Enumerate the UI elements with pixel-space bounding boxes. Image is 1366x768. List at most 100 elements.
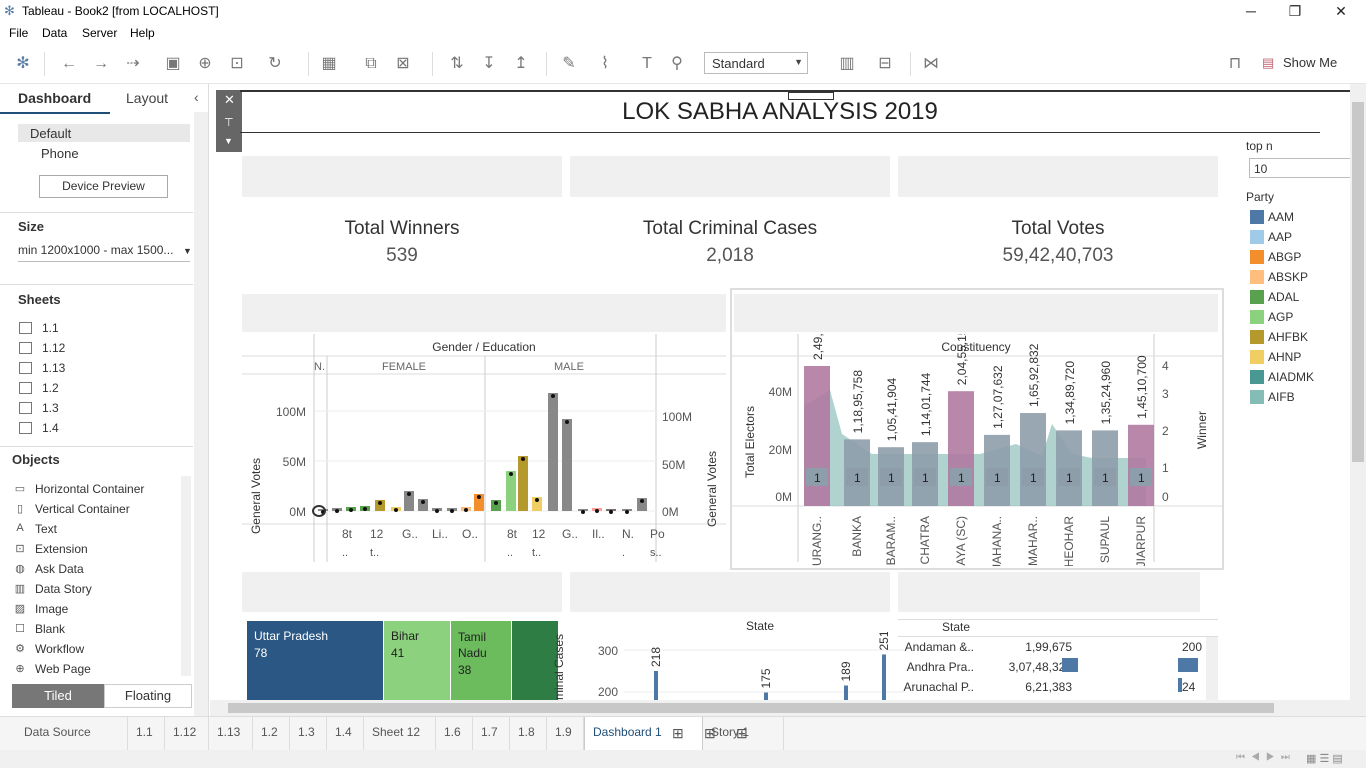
state-bar[interactable]: [882, 654, 886, 701]
menu-server[interactable]: Server: [82, 26, 117, 40]
gender-bar[interactable]: [506, 471, 516, 511]
legend-item[interactable]: AGP: [1268, 310, 1293, 324]
constituency-chart[interactable]: Total Electors Winner 40M 20M 0M 4 3 2 1…: [732, 334, 1222, 566]
legend-item[interactable]: ABGP: [1268, 250, 1301, 264]
device-default-row[interactable]: Default: [18, 124, 190, 142]
save-icon[interactable]: ▣: [162, 54, 184, 74]
new-worksheet-icon[interactable]: ▦: [318, 54, 340, 74]
sheet-tab[interactable]: 1.3: [290, 717, 327, 750]
duplicate-icon[interactable]: ⧉: [360, 54, 382, 74]
swap-icon[interactable]: ⇅: [446, 54, 468, 74]
tiled-button[interactable]: Tiled: [12, 684, 104, 708]
legend-item[interactable]: AIADMK: [1268, 370, 1314, 384]
legend-swatch[interactable]: [1250, 290, 1264, 304]
legend-item[interactable]: AIFB: [1268, 390, 1295, 404]
legend-swatch[interactable]: [1250, 390, 1264, 404]
treemap-cell[interactable]: Bihar 41: [384, 621, 450, 700]
objects-scrollbar[interactable]: [181, 476, 191, 676]
state-bar[interactable]: [764, 692, 768, 701]
legend-swatch[interactable]: [1250, 270, 1264, 284]
object-item[interactable]: Workflow: [35, 642, 84, 656]
object-item[interactable]: Ask Data: [35, 562, 84, 576]
legend-item[interactable]: AHNP: [1268, 350, 1301, 364]
object-item[interactable]: Text: [35, 522, 57, 536]
sheet-tab[interactable]: 1.4: [327, 717, 364, 750]
legend-swatch[interactable]: [1250, 250, 1264, 264]
restore-button[interactable]: ❐: [1272, 0, 1318, 22]
collapse-pane-icon[interactable]: ‹: [194, 89, 199, 105]
sort-descending-icon[interactable]: ↥: [510, 54, 532, 74]
sheet-tab[interactable]: 1.13: [209, 717, 253, 750]
object-item[interactable]: Horizontal Container: [35, 482, 144, 496]
device-preview-button[interactable]: Device Preview: [39, 175, 168, 198]
gender-education-chart[interactable]: N. FEMALE MALE General Votes General Vot…: [242, 334, 732, 566]
pin-icon[interactable]: ⚲: [666, 54, 688, 74]
device-phone[interactable]: Phone: [41, 146, 79, 161]
table-scrollbar[interactable]: [1206, 637, 1218, 700]
sheet-tab[interactable]: 1.8: [510, 717, 547, 750]
object-item[interactable]: Vertical Container: [35, 502, 130, 516]
sheet-tab[interactable]: 1.9: [547, 717, 584, 750]
group-icon[interactable]: ⌇: [594, 54, 616, 74]
menu-help[interactable]: Help: [130, 26, 155, 40]
sort-ascending-icon[interactable]: ↧: [478, 54, 500, 74]
chevron-down-icon[interactable]: ▼: [183, 246, 192, 256]
sheet-tab[interactable]: Dashboard 1: [584, 717, 703, 750]
gender-bar[interactable]: [562, 419, 572, 511]
object-item[interactable]: Blank: [35, 622, 65, 636]
presentation-icon[interactable]: ⊟: [874, 54, 896, 74]
new-data-source-icon[interactable]: ⊕: [194, 54, 216, 74]
object-item[interactable]: Image: [35, 602, 68, 616]
refresh-icon[interactable]: ↻: [264, 54, 286, 74]
share-icon[interactable]: ⋈: [920, 54, 942, 74]
sheet-item[interactable]: 1.12: [42, 341, 65, 355]
object-item[interactable]: Extension: [35, 542, 88, 556]
tab-layout[interactable]: Layout: [126, 90, 168, 106]
sheet-tab[interactable]: 1.12: [165, 717, 209, 750]
navigation-icon[interactable]: ⏮◀▶⏭: [1236, 752, 1296, 763]
legend-item[interactable]: AAP: [1268, 230, 1292, 244]
legend-item[interactable]: AAM: [1268, 210, 1294, 224]
legend-swatch[interactable]: [1250, 310, 1264, 324]
legend-swatch[interactable]: [1250, 210, 1264, 224]
sheet-tab[interactable]: 1.7: [473, 717, 510, 750]
object-item[interactable]: Data Story: [35, 582, 92, 596]
sheet-tab[interactable]: Sheet 12: [364, 717, 436, 750]
sheet-tab[interactable]: 1.6: [436, 717, 473, 750]
undo-icon[interactable]: ←: [58, 54, 80, 74]
close-button[interactable]: ✕: [1318, 0, 1364, 22]
new-dashboard-icon[interactable]: ⊞: [704, 725, 716, 742]
grid-view-icon[interactable]: ▦ ☰ ▤: [1306, 752, 1343, 765]
constituency-bar[interactable]: [1128, 424, 1154, 506]
legend-item[interactable]: ADAL: [1268, 290, 1299, 304]
sheet-item[interactable]: 1.4: [42, 421, 59, 435]
show-cards-icon[interactable]: ▥: [836, 54, 858, 74]
sheet-item[interactable]: 1.3: [42, 401, 59, 415]
sheet-tab[interactable]: Data Source: [8, 717, 128, 750]
sheet-item[interactable]: 1.2: [42, 381, 59, 395]
treemap-cell[interactable]: Tamil Nadu 38: [451, 621, 511, 700]
legend-swatch[interactable]: [1250, 370, 1264, 384]
labels-icon[interactable]: T: [636, 54, 658, 74]
sheet-tab[interactable]: 1.2: [253, 717, 290, 750]
legend-swatch[interactable]: [1250, 230, 1264, 244]
treemap-cell[interactable]: Uttar Pradesh 78: [247, 621, 383, 700]
constituency-bar[interactable]: [948, 391, 974, 506]
size-select[interactable]: min 1200x1000 - max 1500...: [18, 243, 173, 257]
state-criminal-cases-chart[interactable]: 218 175 189 251: [624, 632, 904, 700]
sheet-tab[interactable]: 1.1: [128, 717, 165, 750]
left-pane-scrollbar[interactable]: [194, 112, 208, 716]
floating-button[interactable]: Floating: [104, 684, 192, 708]
canvas-horizontal-scrollbar[interactable]: [210, 700, 1366, 716]
state-bar[interactable]: [654, 671, 658, 700]
minimize-button[interactable]: ─: [1228, 0, 1274, 22]
format-painter-icon[interactable]: ⊓: [1224, 54, 1246, 74]
menu-file[interactable]: File: [9, 26, 28, 40]
show-me-icon[interactable]: ▤: [1262, 55, 1274, 71]
topn-input[interactable]: 10: [1249, 158, 1350, 178]
redo-icon[interactable]: →: [90, 54, 112, 74]
legend-item[interactable]: ABSKP: [1268, 270, 1308, 284]
legend-swatch[interactable]: [1250, 330, 1264, 344]
tab-dashboard[interactable]: Dashboard: [18, 90, 91, 106]
more-options-icon[interactable]: ▼: [224, 136, 233, 146]
